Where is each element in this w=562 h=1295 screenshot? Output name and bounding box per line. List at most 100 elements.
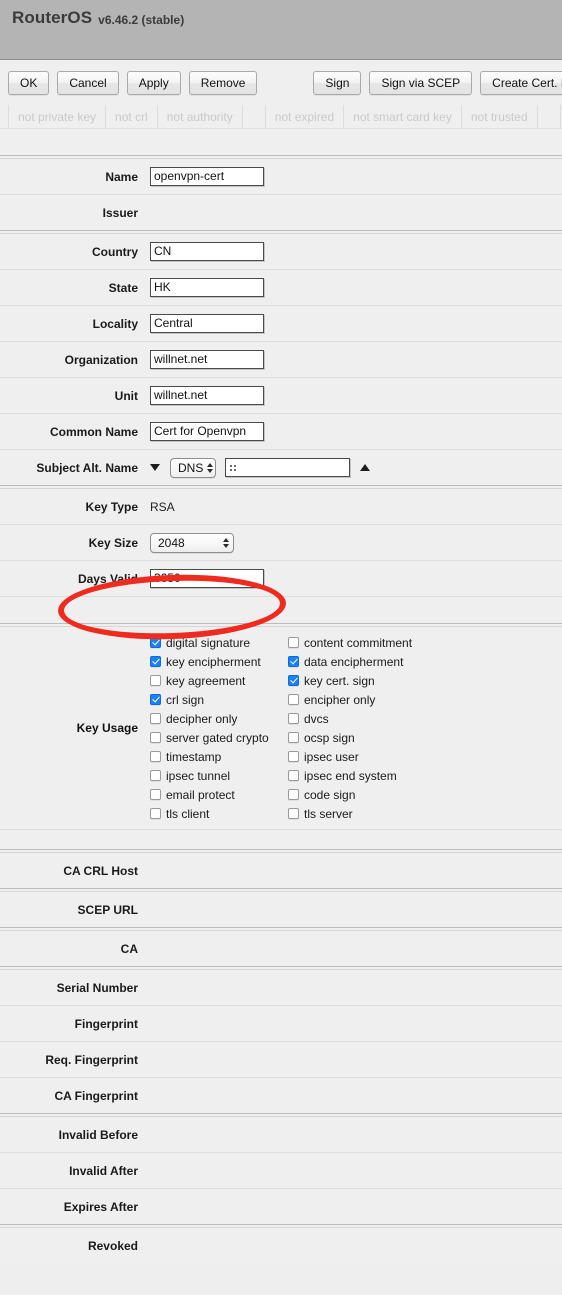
checkbox-ipsec-user[interactable]: ipsec user	[288, 747, 412, 766]
top-spacer	[0, 129, 562, 155]
status-flag-not-authority: not authority	[156, 105, 243, 128]
create-cert-request-button[interactable]: Create Cert. Request	[480, 70, 562, 95]
name-input[interactable]: openvpn-cert	[150, 167, 264, 186]
status-flag-not-smart-card-key: not smart card key	[343, 105, 462, 128]
info-label: SCEP URL	[77, 902, 138, 917]
checkbox-icon	[288, 675, 299, 686]
checkbox-dvcs[interactable]: dvcs	[288, 709, 412, 728]
status-flag-not-expired: not expired	[264, 105, 345, 128]
app-name: RouterOS	[12, 8, 93, 27]
grip-icon	[230, 464, 236, 471]
row-ca: CA	[0, 931, 562, 966]
common-name-input[interactable]: Cert for Openvpn	[150, 422, 264, 441]
issuer-label: Issuer	[102, 205, 138, 220]
row-fingerprint: Fingerprint	[0, 1006, 562, 1041]
row-subject-alt-name: Subject Alt. Name DNS	[0, 450, 562, 485]
spinner-icon	[223, 537, 229, 548]
key-usage-column-right: content commitment data encipherment key…	[288, 633, 412, 823]
days-valid-label: Days Valid	[77, 571, 138, 586]
checkbox-ipsec-end-system[interactable]: ipsec end system	[288, 766, 412, 785]
subject-alt-name-type-select[interactable]: DNS	[170, 457, 216, 478]
checkbox-icon	[288, 637, 299, 648]
row-locality: Locality Central	[0, 306, 562, 341]
organization-label: Organization	[64, 352, 138, 367]
row-invalid-before: Invalid Before	[0, 1117, 562, 1152]
checkbox-content-commitment[interactable]: content commitment	[288, 633, 412, 652]
checkbox-decipher-only[interactable]: decipher only	[150, 709, 288, 728]
checkbox-icon	[288, 713, 299, 724]
spinner-icon	[207, 462, 214, 473]
checkbox-ocsp-sign[interactable]: ocsp sign	[288, 728, 412, 747]
checkbox-icon	[150, 751, 161, 762]
unit-input[interactable]: willnet.net	[150, 386, 264, 405]
checkbox-crl-sign[interactable]: crl sign	[150, 690, 288, 709]
checkbox-icon	[150, 713, 161, 724]
checkbox-icon	[288, 808, 299, 819]
checkbox-ipsec-tunnel[interactable]: ipsec tunnel	[150, 766, 288, 785]
sign-button[interactable]: Sign	[313, 70, 362, 95]
subject-alt-name-label: Subject Alt. Name	[36, 460, 138, 475]
locality-input[interactable]: Central	[150, 314, 264, 333]
key-usage-spacer	[0, 597, 562, 623]
checkbox-key-agreement[interactable]: key agreement	[150, 671, 288, 690]
row-ca-crl-host: CA CRL Host	[0, 853, 562, 888]
checkbox-key-cert-sign[interactable]: key cert. sign	[288, 671, 412, 690]
cancel-button[interactable]: Cancel	[57, 70, 119, 95]
info-label: CA CRL Host	[63, 863, 138, 878]
checkbox-icon	[288, 751, 299, 762]
ok-button[interactable]: OK	[8, 70, 50, 95]
country-input[interactable]: CN	[150, 242, 264, 261]
days-valid-input[interactable]: 3650	[150, 569, 264, 588]
row-ca-fingerprint: CA Fingerprint	[0, 1078, 562, 1113]
checkbox-server-gated-crypto[interactable]: server gated crypto	[150, 728, 288, 747]
checkbox-tls-client[interactable]: tls client	[150, 804, 288, 823]
checkbox-icon	[150, 656, 161, 667]
window-titlebar: RouterOS v6.46.2 (stable)	[0, 0, 562, 60]
checkbox-digital-signature[interactable]: digital signature	[150, 633, 288, 652]
apply-button[interactable]: Apply	[126, 70, 181, 95]
checkbox-email-protect[interactable]: email protect	[150, 785, 288, 804]
checkbox-icon	[288, 732, 299, 743]
checkbox-data-encipherment[interactable]: data encipherment	[288, 652, 412, 671]
certificate-status-flags: not private key not crl not authority no…	[0, 105, 562, 129]
checkbox-code-sign[interactable]: code sign	[288, 785, 412, 804]
row-key-usage: Key Usage digital signature key encipher…	[0, 627, 562, 829]
info-label: Revoked	[87, 1238, 138, 1253]
key-usage-label: Key Usage	[76, 721, 138, 735]
key-size-label: Key Size	[88, 535, 138, 550]
status-flag-not-crl: not crl	[105, 105, 158, 128]
chevron-down-icon[interactable]	[150, 464, 160, 471]
organization-input[interactable]: willnet.net	[150, 350, 264, 369]
info-label: Req. Fingerprint	[45, 1052, 138, 1067]
remove-button[interactable]: Remove	[188, 70, 258, 95]
checkbox-key-encipherment[interactable]: key encipherment	[150, 652, 288, 671]
sign-via-scep-button[interactable]: Sign via SCEP	[369, 70, 473, 95]
certificate-info-list: CA CRL Host SCEP URL CA Serial Number Finger…	[0, 849, 562, 1263]
row-expires-after: Expires After	[0, 1189, 562, 1224]
row-organization: Organization willnet.net	[0, 342, 562, 377]
checkbox-tls-server[interactable]: tls server	[288, 804, 412, 823]
locality-label: Locality	[92, 316, 138, 331]
info-label: Invalid After	[69, 1163, 138, 1178]
key-size-select[interactable]: 2048	[150, 532, 234, 553]
info-label: Invalid Before	[58, 1127, 138, 1142]
checkbox-icon	[150, 732, 161, 743]
state-input[interactable]: HK	[150, 278, 264, 297]
checkbox-icon	[150, 637, 161, 648]
checkbox-icon	[150, 675, 161, 686]
row-issuer: Issuer	[0, 195, 562, 230]
status-flag-empty-2	[536, 105, 561, 128]
checkbox-encipher-only[interactable]: encipher only	[288, 690, 412, 709]
info-label: Expires After	[63, 1199, 138, 1214]
subject-alt-name-input[interactable]	[225, 458, 350, 477]
row-key-type: Key Type RSA	[0, 489, 562, 524]
chevron-up-icon[interactable]	[360, 464, 370, 471]
checkbox-timestamp[interactable]: timestamp	[150, 747, 288, 766]
row-serial-number: Serial Number	[0, 970, 562, 1005]
common-name-label: Common Name	[49, 424, 138, 439]
status-flag-not-trusted: not trusted	[460, 105, 538, 128]
row-state: State HK	[0, 270, 562, 305]
row-common-name: Common Name Cert for Openvpn	[0, 414, 562, 449]
status-flag-not-private-key: not private key	[8, 105, 107, 128]
unit-label: Unit	[114, 388, 138, 403]
